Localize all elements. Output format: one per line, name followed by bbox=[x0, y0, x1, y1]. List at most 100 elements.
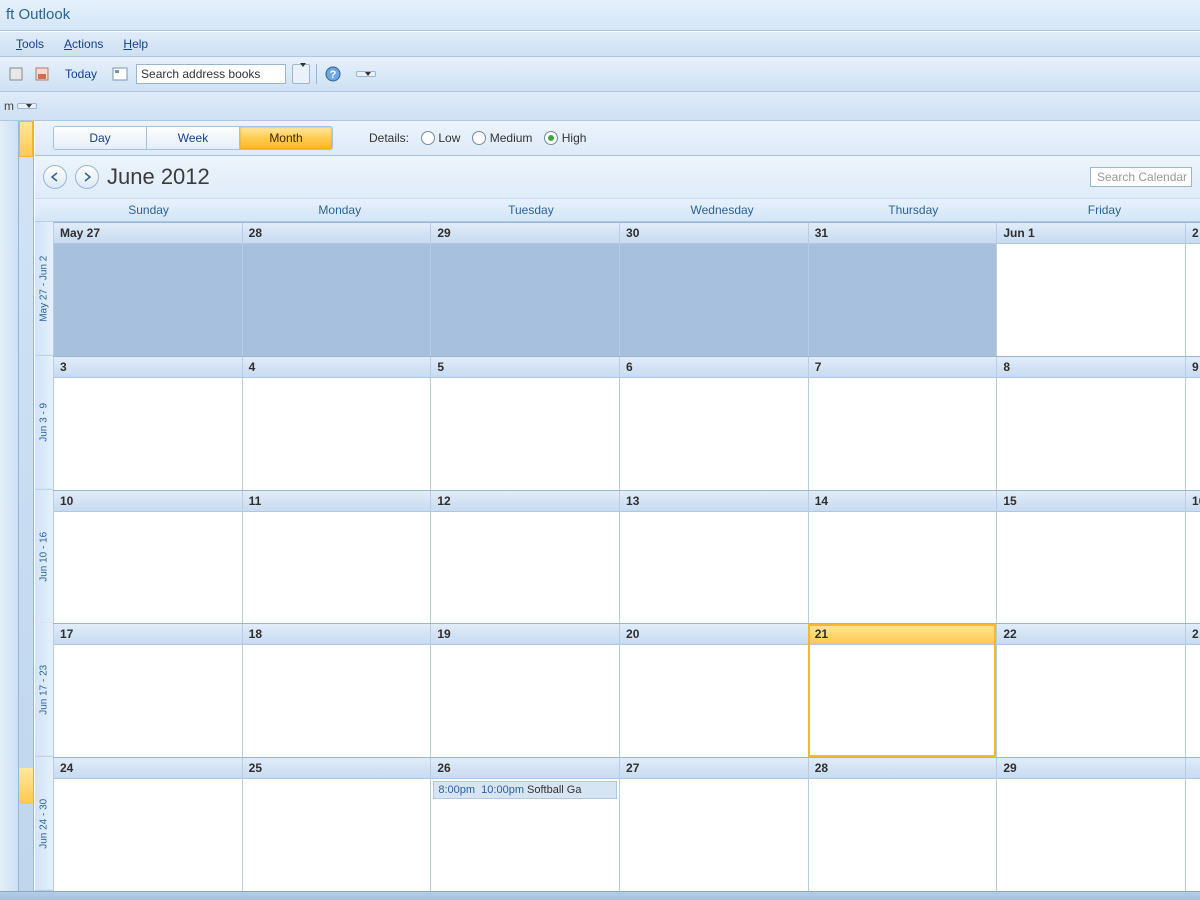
day-cell[interactable] bbox=[1185, 758, 1200, 891]
week-row: 10111213141516 bbox=[53, 490, 1200, 624]
day-cell[interactable]: 9 bbox=[1185, 357, 1200, 490]
menu-tools[interactable]: Tools bbox=[8, 34, 52, 54]
week-label[interactable]: May 27 - Jun 2 bbox=[35, 222, 53, 356]
day-cell[interactable]: 13 bbox=[619, 491, 808, 624]
detail-medium[interactable]: Medium bbox=[472, 131, 532, 146]
search-calendar-input[interactable]: Search Calendar bbox=[1090, 167, 1192, 187]
address-book-icon[interactable] bbox=[110, 64, 130, 84]
day-cell[interactable]: 29 bbox=[430, 223, 619, 356]
date-label: 28 bbox=[809, 758, 997, 779]
date-label: 18 bbox=[243, 624, 431, 645]
day-cell[interactable]: 16 bbox=[1185, 491, 1200, 624]
day-cell[interactable]: 3 bbox=[53, 357, 242, 490]
day-cell[interactable]: 28 bbox=[242, 223, 431, 356]
details-group: Details: Low Medium High bbox=[369, 131, 586, 146]
date-label: 12 bbox=[431, 491, 619, 512]
week-label[interactable]: Jun 3 - 9 bbox=[35, 356, 53, 490]
radio-icon bbox=[421, 131, 435, 145]
sub-toolbar: m bbox=[0, 92, 1200, 121]
help-dropdown[interactable] bbox=[349, 71, 376, 77]
today-label: Today bbox=[65, 67, 97, 81]
menu-help-label: elp bbox=[132, 37, 148, 51]
date-label: 19 bbox=[431, 624, 619, 645]
nav-pane-strip[interactable] bbox=[19, 121, 34, 891]
radio-icon bbox=[544, 131, 558, 145]
day-cell[interactable]: 19 bbox=[430, 624, 619, 757]
detail-low[interactable]: Low bbox=[421, 131, 460, 146]
date-label: 6 bbox=[620, 357, 808, 378]
prev-button[interactable] bbox=[43, 165, 67, 189]
day-cell[interactable]: 24 bbox=[53, 758, 242, 891]
day-cell[interactable]: 2 bbox=[1185, 624, 1200, 757]
day-cell[interactable]: 18 bbox=[242, 624, 431, 757]
day-headers: Sunday Monday Tuesday Wednesday Thursday… bbox=[35, 198, 1200, 222]
date-label: 29 bbox=[997, 758, 1185, 779]
menu-actions[interactable]: Actions bbox=[56, 34, 111, 54]
date-label: 3 bbox=[54, 357, 242, 378]
day-cell[interactable]: 26 8:00pm 10:00pm Softball Ga bbox=[430, 758, 619, 891]
date-label: 30 bbox=[620, 223, 808, 244]
day-cell[interactable]: 6 bbox=[619, 357, 808, 490]
search-address-books[interactable]: Search address books bbox=[136, 64, 286, 84]
detail-high[interactable]: High bbox=[544, 131, 586, 146]
search-books-dropdown[interactable] bbox=[292, 64, 310, 84]
separator bbox=[316, 64, 317, 84]
toolbar-icon-1[interactable] bbox=[6, 64, 26, 84]
day-cell[interactable]: 17 bbox=[53, 624, 242, 757]
date-label: 17 bbox=[54, 624, 242, 645]
day-cell[interactable]: 10 bbox=[53, 491, 242, 624]
day-cell[interactable]: 21 bbox=[808, 624, 997, 757]
day-cell[interactable]: 5 bbox=[430, 357, 619, 490]
dayhead-wed: Wednesday bbox=[627, 199, 818, 221]
day-cell[interactable]: 12 bbox=[430, 491, 619, 624]
toolbar-icon-2[interactable] bbox=[32, 64, 52, 84]
day-cell[interactable]: 14 bbox=[808, 491, 997, 624]
day-cell[interactable]: Jun 1 bbox=[996, 223, 1185, 356]
week-label[interactable]: Jun 17 - 23 bbox=[35, 623, 53, 757]
date-label: 5 bbox=[431, 357, 619, 378]
day-cell[interactable]: 2 bbox=[1185, 223, 1200, 356]
title-bar: ft Outlook bbox=[0, 0, 1200, 31]
day-cell[interactable]: 25 bbox=[242, 758, 431, 891]
chevron-down-icon bbox=[26, 104, 32, 108]
date-label: 27 bbox=[620, 758, 808, 779]
week-label[interactable]: Jun 10 - 16 bbox=[35, 490, 53, 624]
radio-icon bbox=[472, 131, 486, 145]
day-cell[interactable]: 20 bbox=[619, 624, 808, 757]
month-title: June 2012 bbox=[107, 164, 210, 190]
tab-month[interactable]: Month bbox=[240, 127, 332, 149]
tab-week[interactable]: Week bbox=[147, 127, 240, 149]
day-cell[interactable]: 27 bbox=[619, 758, 808, 891]
date-label: 10 bbox=[54, 491, 242, 512]
today-button[interactable]: Today bbox=[58, 63, 104, 85]
day-cell[interactable]: 30 bbox=[619, 223, 808, 356]
day-cell[interactable]: 4 bbox=[242, 357, 431, 490]
calendar-event[interactable]: 8:00pm 10:00pm Softball Ga bbox=[433, 781, 617, 799]
day-cell[interactable]: 8 bbox=[996, 357, 1185, 490]
day-cell[interactable]: 7 bbox=[808, 357, 997, 490]
week-row: 242526 8:00pm 10:00pm Softball Ga272829 bbox=[53, 757, 1200, 891]
tab-day[interactable]: Day bbox=[54, 127, 147, 149]
date-label: 31 bbox=[809, 223, 997, 244]
weeks-container: May 2728293031Jun 1234567891011121314151… bbox=[53, 222, 1200, 891]
day-cell[interactable]: 11 bbox=[242, 491, 431, 624]
day-cell[interactable]: 29 bbox=[996, 758, 1185, 891]
menu-help[interactable]: Help bbox=[115, 34, 156, 54]
day-cell[interactable]: May 27 bbox=[53, 223, 242, 356]
dayhead-fri: Friday bbox=[1009, 199, 1200, 221]
subbar-dropdown[interactable] bbox=[17, 103, 37, 109]
day-cell[interactable]: 28 bbox=[808, 758, 997, 891]
next-button[interactable] bbox=[75, 165, 99, 189]
nav-pane-collapsed[interactable] bbox=[0, 121, 19, 891]
toolbar: Today Search address books ? bbox=[0, 57, 1200, 92]
week-label[interactable]: Jun 24 - 30 bbox=[35, 757, 53, 891]
day-cell[interactable]: 31 bbox=[808, 223, 997, 356]
day-cell[interactable]: 15 bbox=[996, 491, 1185, 624]
date-label: Jun 1 bbox=[997, 223, 1185, 244]
date-label: 26 bbox=[431, 758, 619, 779]
help-icon[interactable]: ? bbox=[323, 64, 343, 84]
date-label: 11 bbox=[243, 491, 431, 512]
day-cell[interactable]: 22 bbox=[996, 624, 1185, 757]
dayhead-thu: Thursday bbox=[818, 199, 1009, 221]
date-label: 9 bbox=[1186, 357, 1200, 378]
